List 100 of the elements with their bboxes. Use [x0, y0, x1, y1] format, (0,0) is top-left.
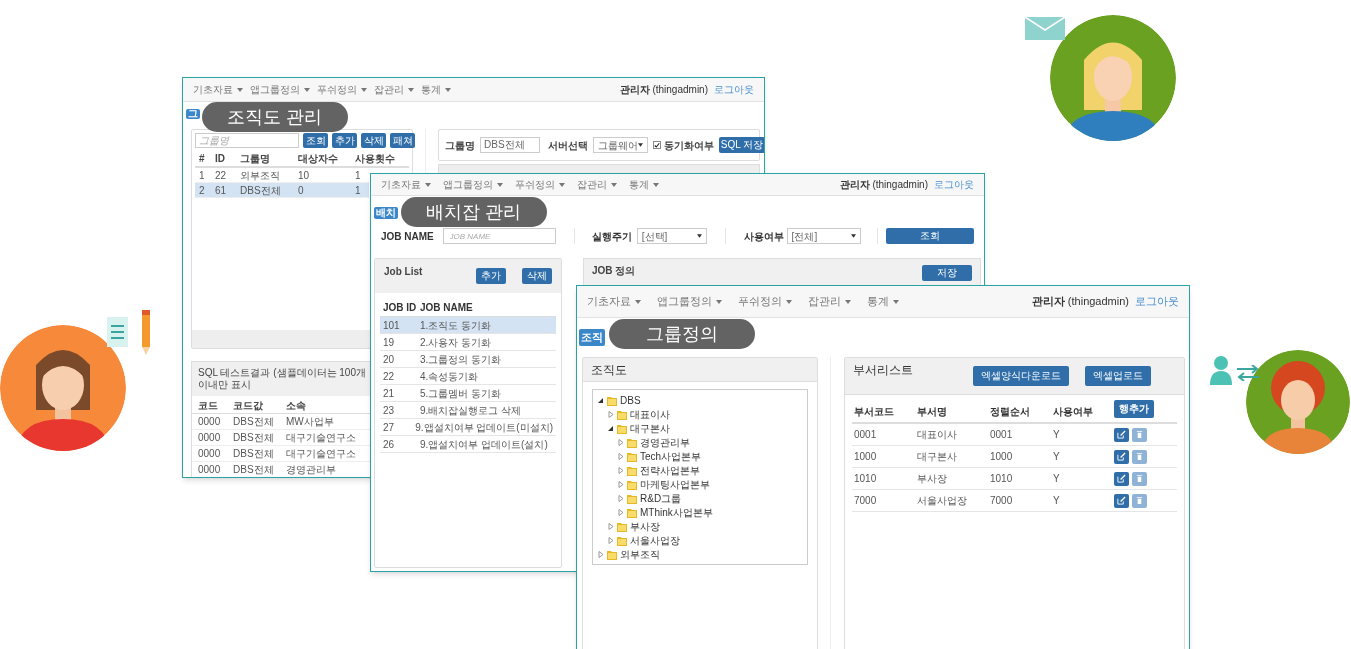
tree-item[interactable]: Tech사업본부: [617, 449, 803, 463]
text-field[interactable]: JOB NAME: [442, 228, 556, 244]
tree-item[interactable]: DBS: [597, 393, 803, 407]
select-field[interactable]: 그룹웨어: [593, 137, 648, 153]
tree-toggle-icon[interactable]: [617, 480, 624, 488]
tree-toggle-icon[interactable]: [607, 522, 614, 530]
button[interactable]: 엑셀양식다운로드: [973, 366, 1069, 386]
button[interactable]: 행추가: [1114, 399, 1154, 418]
tab[interactable]: 조직: [579, 329, 605, 346]
menu-item[interactable]: 잡관리: [577, 177, 617, 192]
table-cell-text: 1: [355, 168, 362, 183]
tree-item[interactable]: 전략사업본부: [617, 463, 803, 477]
delete-button[interactable]: [1132, 449, 1147, 464]
logout-link[interactable]: 로그아웃: [1135, 293, 1179, 310]
edit-button[interactable]: [1114, 427, 1129, 442]
tree-item[interactable]: 외부조직: [597, 547, 803, 561]
tree-toggle-icon[interactable]: [607, 536, 614, 544]
table-row[interactable]: 1 22 외부조직 10 1: [195, 168, 369, 183]
menu-item[interactable]: 통계: [867, 293, 899, 310]
caret-icon: [893, 299, 899, 304]
trash-icon: [1135, 496, 1144, 505]
button[interactable]: 조회: [886, 228, 974, 244]
tree-item[interactable]: 대표이사: [607, 407, 803, 421]
button[interactable]: 조회: [303, 133, 328, 148]
menu-item[interactable]: 통계: [421, 82, 451, 97]
column-header: 코드값: [233, 399, 264, 413]
folder-icon: [627, 492, 637, 504]
logout-link[interactable]: 로그아웃: [714, 82, 754, 97]
table-cell-text: 27: [383, 420, 396, 435]
menu-item[interactable]: 통계: [629, 177, 659, 192]
table-cell-text: 1.조직도 동기화: [420, 318, 492, 333]
caret-icon: [716, 299, 722, 304]
table-row[interactable]: 101 1.조직도 동기화: [380, 317, 556, 334]
menu-item[interactable]: 앱그룹정의: [250, 82, 310, 97]
field-label: 그룹명: [445, 138, 475, 153]
tree-item[interactable]: R&D그룹: [617, 491, 803, 505]
tree-item[interactable]: 마케팅사업본부: [617, 477, 803, 491]
tree-toggle-icon[interactable]: [617, 452, 624, 460]
table-cell-text: Y: [1053, 450, 1061, 464]
envelope-icon: [1025, 17, 1065, 40]
delete-button[interactable]: [1132, 493, 1147, 508]
tree-toggle-icon[interactable]: [607, 410, 614, 418]
table-cell-text: 23: [383, 403, 396, 418]
text-field[interactable]: DBS전체: [480, 137, 540, 153]
tab[interactable]: 그: [186, 109, 200, 119]
menu-item[interactable]: 기초자료: [193, 82, 243, 97]
table-cell-text: 1000: [854, 450, 878, 464]
button[interactable]: 추가: [332, 133, 357, 148]
tree-item[interactable]: 대구본사: [607, 421, 803, 435]
folder-icon: [617, 534, 627, 546]
delete-button[interactable]: [1132, 471, 1147, 486]
tree-toggle-icon[interactable]: [597, 396, 604, 404]
select-field[interactable]: [전체]: [786, 228, 862, 244]
button[interactable]: 삭제: [361, 133, 386, 148]
tree-item[interactable]: 경영관리부: [617, 435, 803, 449]
menu-item[interactable]: 푸쉬정의: [738, 293, 792, 310]
edit-button[interactable]: [1114, 449, 1129, 464]
button[interactable]: 엑셀업로드: [1085, 366, 1151, 386]
tree-toggle-icon[interactable]: [597, 550, 604, 558]
tab[interactable]: 배치: [374, 207, 398, 219]
button[interactable]: 삭제: [522, 268, 552, 284]
tree-toggle-icon[interactable]: [617, 438, 624, 446]
caret-icon: [361, 87, 367, 92]
search-field[interactable]: 그룹명: [195, 133, 299, 148]
menu-item[interactable]: 기초자료: [381, 177, 431, 192]
table-cell-text: 9.앱설치여부 업데이트(설치): [420, 437, 548, 452]
folder-icon: [627, 506, 637, 518]
tree-item[interactable]: 부사장: [607, 519, 803, 533]
menu-item[interactable]: 잡관리: [808, 293, 851, 310]
tree-toggle-icon[interactable]: [617, 494, 624, 502]
table-cell-text: 2.사용자 동기화: [420, 335, 492, 350]
tree-item[interactable]: 서울사업장: [607, 533, 803, 547]
menu-item[interactable]: 앱그룹정의: [443, 177, 503, 192]
logout-link[interactable]: 로그아웃: [934, 177, 974, 192]
select-field[interactable]: [선택]: [636, 228, 708, 244]
menu-item[interactable]: 푸쉬정의: [317, 82, 367, 97]
button[interactable]: 패쳐: [390, 133, 415, 148]
column-header: ID: [215, 152, 226, 166]
edit-button[interactable]: [1114, 471, 1129, 486]
column-header: 부서코드: [854, 405, 895, 419]
delete-button[interactable]: [1132, 427, 1147, 442]
menu-item[interactable]: 잡관리: [374, 82, 414, 97]
tree-toggle-icon[interactable]: [617, 466, 624, 474]
caption-label: 배치잡 관리: [401, 197, 547, 227]
menu-item[interactable]: 푸쉬정의: [515, 177, 565, 192]
tree-item[interactable]: MThink사업본부: [617, 505, 803, 519]
table-cell-text: 1: [199, 168, 206, 183]
caret-icon: [697, 234, 703, 238]
table-cell-text: Y: [1053, 494, 1061, 508]
checkbox[interactable]: [653, 141, 661, 149]
tree-toggle-icon[interactable]: [617, 508, 624, 516]
edit-button[interactable]: [1114, 493, 1129, 508]
menu-item[interactable]: 기초자료: [587, 293, 641, 310]
table-cell-text: 1010: [854, 472, 878, 486]
menu-item[interactable]: 앱그룹정의: [657, 293, 722, 310]
button[interactable]: 저장: [922, 265, 972, 281]
tree-toggle-icon[interactable]: [607, 424, 614, 432]
button[interactable]: 추가: [476, 268, 506, 284]
table-row[interactable]: 2 61 DBS전체 0 1: [195, 183, 369, 198]
button[interactable]: SQL 저장: [719, 137, 764, 153]
